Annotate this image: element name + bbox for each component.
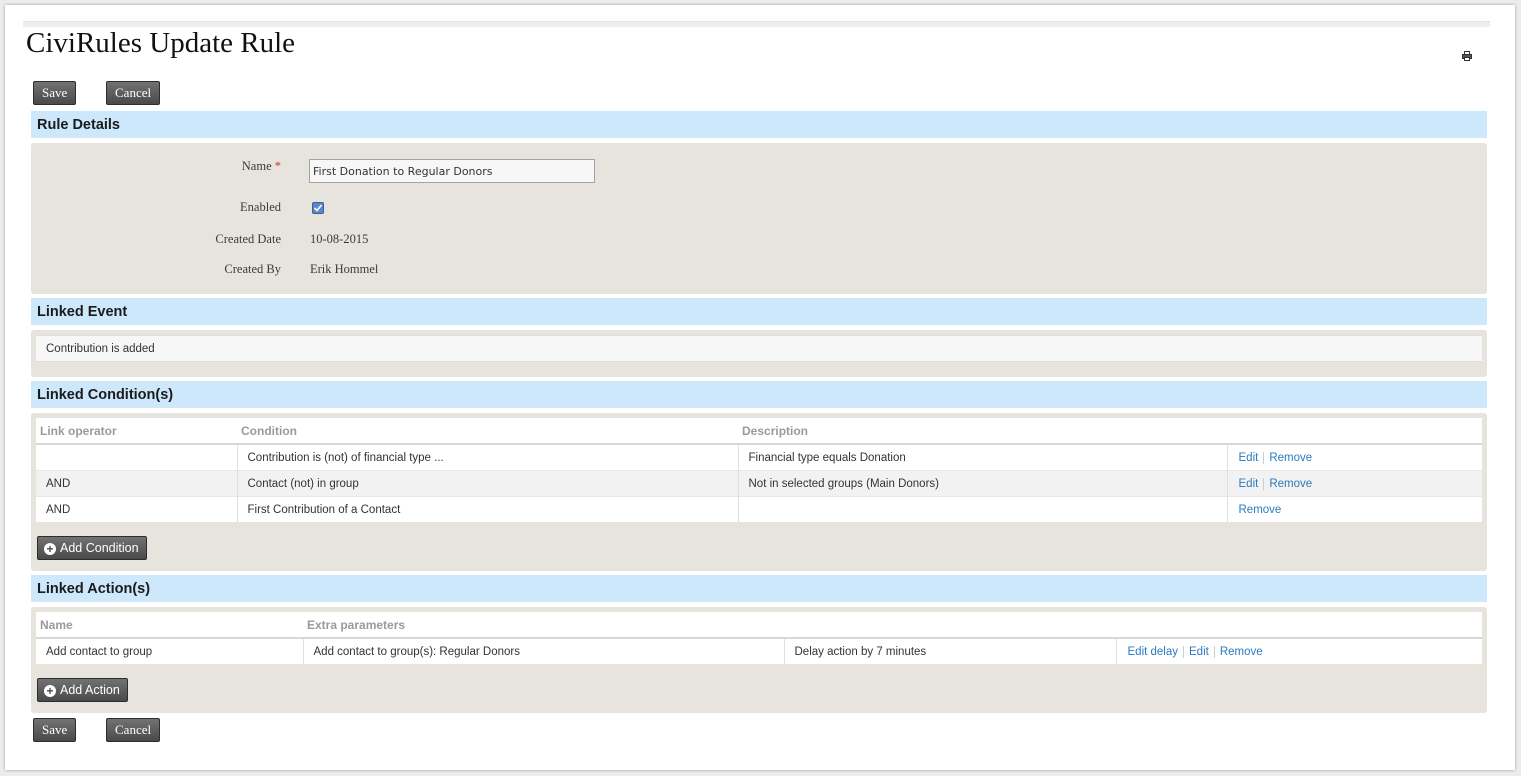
condition-actions: Remove (1226, 496, 1482, 522)
column-header-link-operator: Link operator (36, 418, 237, 445)
linked-event-title: Linked Event (37, 304, 128, 320)
created-date-label: Created Date (215, 232, 281, 246)
conditions-table: Link operator Condition Description Cont… (36, 418, 1482, 522)
action-actions: Edit delay Edit Remove (1115, 637, 1482, 664)
rule-details-body: Name * Enabled Created Date 10-08-2015 C… (31, 143, 1487, 294)
created-date-value: 10-08-2015 (310, 232, 369, 246)
remove-condition-link[interactable]: Remove (1263, 477, 1318, 490)
remove-condition-link[interactable]: Remove (1263, 451, 1318, 464)
created-by-value: Erik Hommel (310, 262, 379, 276)
condition-name: Contact (not) in group (236, 470, 738, 497)
name-label-text: Name (241, 159, 272, 173)
column-header-extra-parameters: Extra parameters (303, 612, 784, 639)
linked-actions-title: Linked Action(s) (37, 581, 151, 597)
linked-actions-header: Linked Action(s) (31, 575, 1487, 602)
condition-actions: Edit Remove (1226, 470, 1482, 497)
print-icon[interactable] (1462, 50, 1472, 61)
name-label: Name * (31, 159, 281, 174)
page-title: CiviRules Update Rule (26, 27, 296, 59)
condition-operator (36, 443, 237, 471)
save-button-top[interactable]: Save (33, 81, 77, 105)
condition-operator: AND (36, 470, 237, 497)
table-row: AND Contact (not) in group Not in select… (36, 470, 1482, 497)
condition-name: Contribution is (not) of financial type … (236, 443, 738, 471)
enabled-checkbox[interactable] (312, 202, 324, 214)
add-action-button[interactable]: + Add Action (37, 678, 128, 702)
rule-details-title: Rule Details (37, 117, 120, 133)
remove-condition-link[interactable]: Remove (1237, 504, 1287, 516)
table-row: Add contact to group Add contact to grou… (36, 637, 1482, 664)
linked-event-body: Contribution is added (31, 330, 1487, 377)
save-button-bottom[interactable]: Save (33, 718, 77, 742)
remove-action-link[interactable]: Remove (1213, 645, 1268, 658)
action-delay: Delay action by 7 minutes (783, 637, 1116, 664)
condition-description: Financial type equals Donation (737, 443, 1227, 471)
rule-details-header: Rule Details (31, 111, 1487, 138)
table-row: Contribution is (not) of financial type … (36, 443, 1482, 471)
condition-actions: Edit Remove (1226, 443, 1482, 471)
condition-name: First Contribution of a Contact (236, 496, 738, 522)
edit-delay-link[interactable]: Edit delay (1126, 646, 1184, 658)
actions-table: Name Extra parameters Add contact to gro… (36, 612, 1482, 664)
plus-circle-icon: + (44, 685, 56, 697)
table-row: AND First Contribution of a Contact Remo… (36, 496, 1482, 522)
add-action-label: Add Action (60, 683, 120, 697)
column-header-name: Name (36, 612, 303, 639)
created-by-label: Created By (224, 262, 281, 276)
action-parameters: Add contact to group(s): Regular Donors (302, 637, 784, 664)
plus-circle-icon: + (44, 543, 56, 555)
add-condition-label: Add Condition (60, 541, 139, 555)
edit-condition-link[interactable]: Edit (1237, 452, 1264, 464)
required-marker: * (274, 159, 281, 173)
action-name: Add contact to group (36, 637, 303, 664)
linked-event-value: Contribution is added (46, 343, 155, 355)
cancel-button-bottom[interactable]: Cancel (106, 718, 161, 742)
condition-description: Not in selected groups (Main Donors) (737, 470, 1227, 497)
linked-conditions-title: Linked Condition(s) (37, 387, 174, 403)
rule-name-input[interactable] (309, 159, 595, 183)
linked-actions-body: Name Extra parameters Add contact to gro… (31, 607, 1487, 713)
actions-header-row: Name Extra parameters (36, 612, 1482, 639)
conditions-header-row: Link operator Condition Description (36, 418, 1482, 445)
linked-conditions-body: Link operator Condition Description Cont… (31, 413, 1487, 571)
column-header-delay (784, 612, 1116, 639)
edit-condition-link[interactable]: Edit (1237, 478, 1264, 490)
column-header-actions (1116, 612, 1482, 639)
condition-description (737, 496, 1227, 522)
column-header-condition: Condition (237, 418, 738, 445)
cancel-button-top[interactable]: Cancel (106, 81, 161, 105)
linked-event-row: Contribution is added (36, 335, 1482, 362)
linked-event-header: Linked Event (31, 298, 1487, 325)
condition-operator: AND (36, 496, 237, 522)
linked-conditions-header: Linked Condition(s) (31, 381, 1487, 408)
column-header-actions (1227, 418, 1482, 445)
column-header-description: Description (738, 418, 1227, 445)
add-condition-button[interactable]: + Add Condition (37, 536, 147, 560)
enabled-label: Enabled (240, 200, 281, 214)
edit-action-link[interactable]: Edit (1183, 645, 1214, 658)
